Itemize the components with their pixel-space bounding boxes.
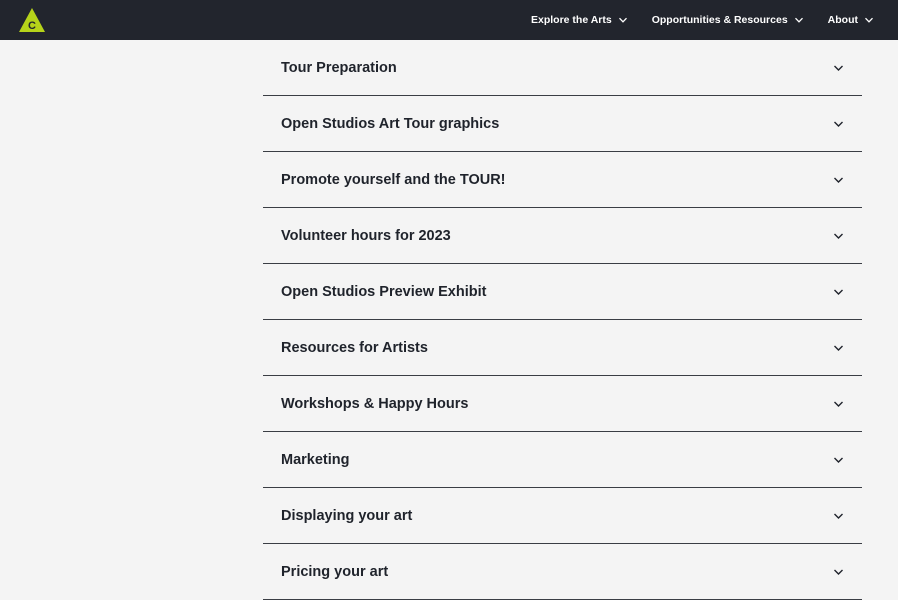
accordion-item-art-tour-graphics[interactable]: Open Studios Art Tour graphics <box>263 96 862 152</box>
chevron-down-icon <box>834 233 843 239</box>
main-nav: Explore the Arts Opportunities & Resourc… <box>507 0 874 40</box>
chevron-down-icon <box>834 513 843 519</box>
chevron-down-icon <box>834 289 843 295</box>
svg-text:C: C <box>28 20 36 32</box>
chevron-down-icon <box>834 457 843 463</box>
chevron-down-icon <box>834 121 843 127</box>
accordion-title: Resources for Artists <box>281 339 428 356</box>
accordion-title: Promote yourself and the TOUR! <box>281 171 506 188</box>
nav-item-label: Explore the Arts <box>531 14 612 26</box>
chevron-down-icon <box>834 569 843 575</box>
accordion-item-displaying-your-art[interactable]: Displaying your art <box>263 488 862 544</box>
accordion-item-resources-for-artists[interactable]: Resources for Artists <box>263 320 862 376</box>
accordion-item-preview-exhibit[interactable]: Open Studios Preview Exhibit <box>263 264 862 320</box>
accordion-title: Workshops & Happy Hours <box>281 395 469 412</box>
accordion-item-tour-preparation[interactable]: Tour Preparation <box>263 40 862 96</box>
accordion-title: Open Studios Art Tour graphics <box>281 115 500 132</box>
nav-item-label: Opportunities & Resources <box>651 14 788 26</box>
nav-item-label: About <box>827 14 858 26</box>
accordion-title: Open Studios Preview Exhibit <box>281 283 487 300</box>
chevron-down-icon <box>834 177 843 183</box>
resources-accordion: Tour Preparation Open Studios Art Tour g… <box>263 40 862 600</box>
accordion-title: Pricing your art <box>281 563 389 580</box>
accordion-title: Volunteer hours for 2023 <box>281 227 451 244</box>
chevron-down-icon <box>834 345 843 351</box>
chevron-down-icon <box>834 401 843 407</box>
accordion-item-pricing-your-art[interactable]: Pricing your art <box>263 544 862 600</box>
accordion-item-marketing[interactable]: Marketing <box>263 432 862 488</box>
chevron-down-icon <box>794 17 803 23</box>
nav-about[interactable]: About <box>828 14 874 26</box>
accordion-title: Tour Preparation <box>281 59 397 76</box>
chevron-down-icon <box>834 65 843 71</box>
chevron-down-icon <box>618 17 627 23</box>
accordion-item-workshops[interactable]: Workshops & Happy Hours <box>263 376 862 432</box>
accordion-title: Marketing <box>281 451 350 468</box>
nav-opportunities-resources[interactable]: Opportunities & Resources <box>652 14 804 26</box>
accordion-item-promote-yourself[interactable]: Promote yourself and the TOUR! <box>263 152 862 208</box>
accordion-item-volunteer-hours[interactable]: Volunteer hours for 2023 <box>263 208 862 264</box>
c-triangle-logo-icon[interactable]: C <box>18 6 46 34</box>
accordion-title: Displaying your art <box>281 507 413 524</box>
chevron-down-icon <box>865 17 873 23</box>
top-navigation-bar: C Explore the Arts Opportunities & Resou… <box>0 0 898 40</box>
nav-explore-the-arts[interactable]: Explore the Arts <box>531 14 628 26</box>
